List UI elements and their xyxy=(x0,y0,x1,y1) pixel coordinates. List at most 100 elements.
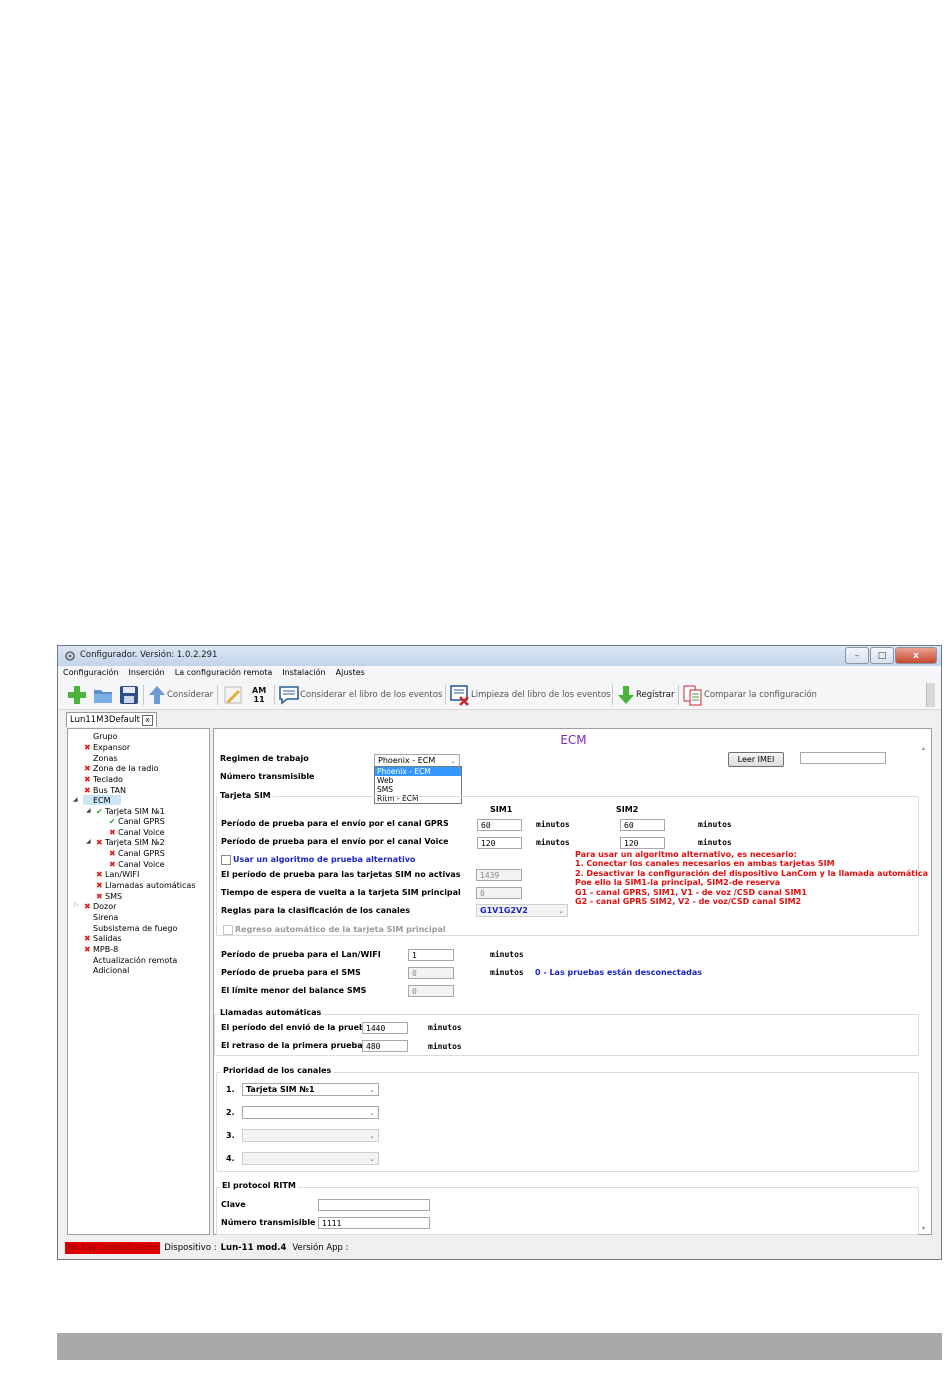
tree-item-teclado[interactable]: ✖ Teclado xyxy=(84,774,123,784)
regimen-option[interactable]: Web xyxy=(375,776,461,785)
tree-item-zona-radio[interactable]: ✖ Zona de la radio xyxy=(84,763,159,773)
registrar-button[interactable]: Registrar xyxy=(616,684,674,706)
error-x-icon: ✖ xyxy=(84,901,91,911)
tab-lun11m3default[interactable]: Lun11M3Default x xyxy=(66,712,157,727)
chevron-down-icon: ⌄ xyxy=(369,1086,375,1094)
scroll-up-icon[interactable]: ▴ xyxy=(922,745,925,752)
call-period-input[interactable]: 1440 xyxy=(362,1022,408,1034)
am-11-button[interactable]: AM 11 xyxy=(252,684,266,706)
check-icon: ✔ xyxy=(96,806,103,816)
sms-balance-label: El límite menor del balance SMS xyxy=(221,986,367,995)
imei-field[interactable] xyxy=(800,752,886,764)
call-delay-label: El retraso de la primera prueba xyxy=(221,1041,363,1050)
priority-3-select[interactable]: ⌄ xyxy=(242,1129,379,1142)
expand-arrow-icon[interactable]: ◢ xyxy=(86,838,91,845)
tree-item-sms[interactable]: ✖ SMS xyxy=(96,891,122,901)
tree-item-ecm[interactable]: ECM xyxy=(83,795,121,805)
considerar-button[interactable]: Considerar xyxy=(147,684,213,706)
page-footer-bar xyxy=(57,1333,942,1360)
tree-item-sim1-gprs[interactable]: ✔ Canal GPRS xyxy=(109,816,165,826)
error-x-icon: ✖ xyxy=(109,859,116,869)
tree-item-mpb8[interactable]: ✖ MPB-8 xyxy=(84,944,118,954)
gprs-sim1-input[interactable]: 60 xyxy=(477,819,522,831)
call-delay-input[interactable]: 480 xyxy=(362,1040,408,1052)
error-x-icon: ✖ xyxy=(84,763,91,773)
inactive-sim-input[interactable]: 1439 xyxy=(476,869,522,881)
tree-item-sim1-voice[interactable]: ✖ Canal Voice xyxy=(109,827,165,837)
priority-number: 4. xyxy=(226,1154,235,1163)
version-label: Versión App : xyxy=(292,1243,349,1253)
tree-item-llamadas[interactable]: ✖ Llamadas automáticas xyxy=(96,880,196,890)
menu-ajustes[interactable]: Ajustes xyxy=(331,666,370,681)
tree-item-sim2[interactable]: ✖ Tarjeta SIM №2 xyxy=(96,837,165,847)
leer-imei-button[interactable]: Leer IMEI xyxy=(728,752,784,767)
error-x-icon: ✖ xyxy=(96,880,103,890)
tree-item-dozor[interactable]: ✖ Dozor xyxy=(84,901,116,911)
priority-1-select[interactable]: Tarjeta SIM №1 ⌄ xyxy=(242,1083,379,1096)
ritm-numero-input[interactable]: 1111 xyxy=(318,1217,430,1229)
rules-select[interactable]: G1V1G2V2 ⌄ xyxy=(476,904,568,917)
navigation-tree: Grupo ✖ Expansor Zonas ✖ Zona de la radio … xyxy=(67,728,210,1235)
tree-item-fuego[interactable]: Subsistema de fuego xyxy=(93,923,177,933)
error-x-icon: ✖ xyxy=(96,891,103,901)
error-x-icon: ✖ xyxy=(84,933,91,943)
minutos-label: minutos xyxy=(536,820,570,829)
tree-item-sim1[interactable]: ✔ Tarjeta SIM №1 xyxy=(96,806,165,816)
regimen-option[interactable]: Phoenix - ECM xyxy=(375,767,461,776)
tree-item-adicional[interactable]: Adicional xyxy=(93,965,129,975)
chevron-down-icon: ⌄ xyxy=(369,1109,375,1117)
page-title: ECM xyxy=(560,733,587,747)
sim2-column-header: SIM2 xyxy=(616,805,639,814)
collapsed-arrow-icon[interactable]: ▷ xyxy=(74,901,79,908)
tree-item-sirena[interactable]: Sirena xyxy=(93,912,118,922)
menu-instalacion[interactable]: Instalación xyxy=(277,666,330,681)
considerar-libro-button[interactable]: Considerar el libro de los eventos xyxy=(278,684,442,706)
alt-algorithm-label[interactable]: Usar un algoritmo de prueba alternativo xyxy=(233,855,415,864)
expand-arrow-icon[interactable]: ◢ xyxy=(73,796,78,803)
tree-item-sim2-voice[interactable]: ✖ Canal Voice xyxy=(109,859,165,869)
limpieza-button[interactable]: Limpieza del libro de los eventos xyxy=(449,684,611,706)
regimen-option[interactable]: SMS xyxy=(375,785,461,794)
comparar-button[interactable]: Comparar la configuración xyxy=(682,684,817,706)
chevron-down-icon: ⌄ xyxy=(369,1155,375,1163)
wait-time-input[interactable]: 0 xyxy=(476,887,522,899)
tree-item-actualizacion[interactable]: Actualización remota xyxy=(93,955,177,965)
priority-4-select[interactable]: ⌄ xyxy=(242,1152,379,1165)
gprs-sim2-input[interactable]: 60 xyxy=(620,819,665,831)
close-tab-icon[interactable]: x xyxy=(141,714,153,726)
new-button[interactable] xyxy=(66,684,88,706)
menu-insercion[interactable]: Inserción xyxy=(124,666,170,681)
menu-configuracion-remota[interactable]: La configuración remota xyxy=(170,666,278,681)
close-button[interactable]: x xyxy=(895,647,937,664)
tree-item-bus-tan[interactable]: ✖ Bus TAN xyxy=(84,785,126,795)
alt-algorithm-checkbox[interactable] xyxy=(221,855,231,865)
maximize-button[interactable]: □ xyxy=(870,647,894,664)
minimize-button[interactable]: – xyxy=(845,647,869,664)
expand-arrow-icon[interactable]: ◢ xyxy=(86,807,91,814)
llamadas-group-title: Llamadas automáticas xyxy=(218,1008,324,1017)
auto-return-checkbox[interactable] xyxy=(223,925,233,935)
sms-period-input[interactable]: 0 xyxy=(408,967,454,979)
save-button[interactable] xyxy=(118,684,140,706)
configurador-window: Configurador. Versión: 1.0.2.291 – □ x C… xyxy=(57,645,942,1260)
sim1-column-header: SIM1 xyxy=(490,805,513,814)
sms-balance-input[interactable]: 0 xyxy=(408,985,454,997)
tree-item-grupo[interactable]: Grupo xyxy=(93,731,118,741)
open-button[interactable] xyxy=(92,684,114,706)
priority-2-select[interactable]: ⌄ xyxy=(242,1106,379,1119)
gprs-period-label: Período de prueba para el envío por el c… xyxy=(221,819,449,828)
voice-sim2-input[interactable]: 120 xyxy=(620,837,665,849)
edit-button[interactable] xyxy=(222,684,244,706)
lan-period-input[interactable]: 1 xyxy=(408,949,454,961)
menu-configuracion[interactable]: Configuración xyxy=(58,666,124,681)
tree-item-salidas[interactable]: ✖ Salidas xyxy=(84,933,122,943)
tree-item-lan[interactable]: ✖ Lan/WIFI xyxy=(96,869,139,879)
clave-input[interactable] xyxy=(318,1199,430,1211)
voice-sim1-input[interactable]: 120 xyxy=(477,837,522,849)
minutos-label: minutos xyxy=(698,820,732,829)
tree-item-expansor[interactable]: ✖ Expansor xyxy=(84,742,130,752)
scroll-down-icon[interactable]: ▾ xyxy=(922,1225,925,1232)
tree-item-zonas[interactable]: Zonas xyxy=(93,753,118,763)
tree-item-sim2-gprs[interactable]: ✖ Canal GPRS xyxy=(109,848,165,858)
vertical-scrollbar[interactable]: ▴ ▾ xyxy=(920,729,930,1234)
